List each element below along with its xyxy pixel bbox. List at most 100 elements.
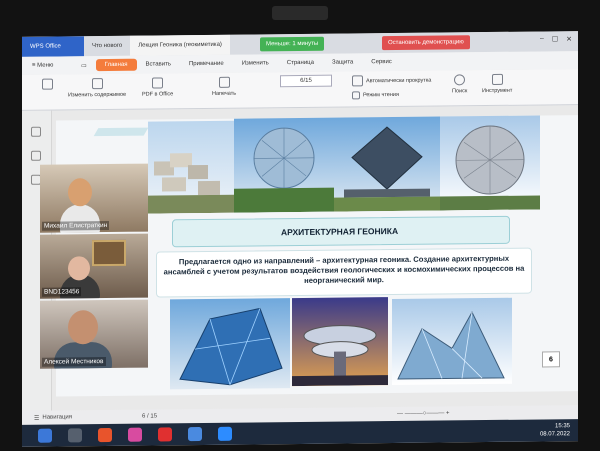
start-icon[interactable] — [38, 428, 52, 443]
slide-number-text: 6 — [549, 355, 553, 363]
menu-item-page[interactable]: Страница — [278, 60, 323, 66]
reading-mode-button[interactable]: Режим чтения — [352, 91, 399, 100]
menu-item-label: Примечание — [188, 60, 224, 68]
document-tab[interactable]: Лекция Геоника (геокиметика) — [130, 34, 230, 56]
menu-item-label: Вставить — [145, 61, 171, 68]
menu-item-insert[interactable]: Вставить — [137, 61, 180, 67]
menu-item-comment[interactable]: Примечание — [180, 61, 233, 68]
print-label: Напечать — [212, 90, 237, 97]
photo-glass-pavilion — [170, 298, 290, 390]
epcot-sphere-image — [440, 125, 540, 211]
printer-icon — [218, 76, 230, 88]
photo-habitat — [148, 120, 234, 214]
menu-item-label: Страница — [286, 59, 314, 67]
participant-name-text: Алексей Местников — [44, 358, 104, 366]
autoplay-button[interactable]: Автоматически прокрутка — [352, 75, 431, 87]
participant-video-2[interactable]: BND123456 — [40, 233, 148, 299]
participant-name-text: Михаил Елистраткин — [44, 222, 108, 230]
habitat-building-image — [148, 153, 234, 214]
edit-content-button[interactable]: Изменить содержимое — [68, 78, 126, 98]
slide-title: АРХИТЕКТУРНАЯ ГЕОНИКА — [281, 225, 399, 238]
minimize-icon[interactable]: – — [540, 35, 544, 43]
word-icon[interactable] — [188, 427, 202, 442]
participant-video-1[interactable]: Михаил Елистраткин — [40, 163, 148, 233]
folder-icon: ▭ — [81, 62, 87, 69]
participant-head — [68, 256, 90, 281]
windows-taskbar: 15:35 08.07.2022 — [22, 419, 578, 447]
tools-button[interactable]: Инструмент — [482, 73, 513, 95]
explorer-icon[interactable] — [68, 428, 82, 443]
zoom-icon[interactable] — [218, 426, 232, 441]
wall-painting — [92, 239, 126, 267]
chrome-icon[interactable] — [98, 427, 112, 443]
menu-item-label: Защита — [331, 59, 354, 66]
photo-epcot — [440, 115, 540, 211]
select-tool-button[interactable] — [42, 78, 53, 93]
menu-button[interactable]: ≡ Меню — [32, 62, 72, 69]
thumbnail-icon[interactable] — [31, 126, 41, 137]
clock-date: 08.07.2022 — [539, 431, 570, 438]
document-tab-label: Лекция Геоника (геокиметика) — [138, 41, 222, 49]
reading-mode-label: Режим чтения — [363, 91, 399, 99]
menu-item-label: Сервис — [371, 59, 392, 66]
participant-video-3[interactable]: Алексей Местников — [40, 299, 148, 369]
stop-sharing-button[interactable]: Остановить демонстрацию — [382, 35, 470, 51]
cursor-icon — [42, 78, 53, 90]
participant-name-text: BND123456 — [44, 288, 80, 296]
geodesic-dome-image — [234, 127, 334, 213]
menu-item-home[interactable]: Главная — [95, 58, 137, 72]
participant-name: BND123456 — [42, 287, 82, 297]
autoplay-label: Автоматически прокрутка — [366, 77, 432, 84]
timer-badge: Меньше: 1 минуты — [260, 36, 325, 52]
photo-biosphere — [234, 117, 334, 213]
slide-number: 6 — [542, 351, 560, 368]
wps-office-tab[interactable]: WPS Office — [22, 36, 84, 57]
stop-sharing-label: Остановить демонстрацию — [388, 39, 464, 47]
timer-label: Меньше: 1 минуты — [266, 40, 319, 48]
app-name: WPS Office — [30, 43, 61, 50]
angular-building-image — [397, 311, 505, 380]
webcam — [272, 6, 328, 20]
participant-head — [68, 310, 98, 345]
ribbon-toolbar: Изменить содержимое PDF в Office Напечат… — [22, 69, 578, 111]
maximize-icon[interactable]: ☐ — [552, 35, 558, 43]
photo-sunset-tower — [292, 297, 388, 387]
whats-new-tab[interactable]: Что нового — [84, 36, 130, 56]
futuristic-tower-image — [292, 325, 388, 387]
slide-description: Предлагается одно из направлений – архит… — [163, 253, 525, 285]
menu-item-label: Главная — [104, 61, 128, 69]
laptop-bezel: WPS Office Что нового Лекция Геоника (ге… — [0, 0, 600, 451]
page-indicator-text: 6/15 — [300, 77, 312, 84]
bookmark-icon[interactable] — [31, 150, 41, 161]
menu-item-open-file[interactable]: ▭ — [72, 62, 96, 69]
slide-title-box: АРХИТЕКТУРНАЯ ГЕОНИКА — [172, 215, 510, 248]
menu-item-protect[interactable]: Защита — [323, 59, 362, 65]
diamond-library-image — [334, 126, 440, 212]
search-icon — [454, 74, 466, 86]
participant-name: Михаил Елистраткин — [42, 220, 110, 231]
glass-building-image — [179, 307, 283, 386]
wps-icon[interactable] — [158, 427, 172, 442]
window-controls: – ☐ ✕ — [540, 35, 572, 43]
browser-icon[interactable] — [128, 427, 142, 442]
close-icon[interactable]: ✕ — [566, 35, 572, 43]
print-button[interactable]: Напечать — [212, 76, 237, 97]
status-page-indicator: 6 / 15 — [142, 413, 158, 420]
menu-label: Меню — [37, 62, 54, 69]
screen: WPS Office Что нового Лекция Геоника (ге… — [22, 31, 578, 447]
page-indicator[interactable]: 6/15 — [280, 74, 332, 88]
tools-label: Инструмент — [482, 87, 513, 95]
navigation-icon[interactable]: ☰ — [34, 414, 39, 421]
edit-icon — [91, 78, 103, 90]
wrench-icon — [491, 73, 503, 85]
book-icon — [352, 91, 360, 100]
zoom-slider[interactable]: — ———○——— + — [397, 410, 449, 417]
slide-description-box: Предлагается одно из направлений – архит… — [156, 247, 532, 298]
system-clock[interactable]: 15:35 08.07.2022 — [540, 422, 570, 438]
whats-new-label: Что нового — [92, 42, 123, 50]
search-button[interactable]: Поиск — [452, 74, 467, 94]
menu-item-tools[interactable]: Сервис — [362, 59, 401, 65]
menu-item-edit[interactable]: Изменить — [233, 60, 278, 66]
pdf-to-office-button[interactable]: PDF в Office — [142, 77, 173, 98]
navigation-label[interactable]: Навигация — [42, 414, 72, 420]
